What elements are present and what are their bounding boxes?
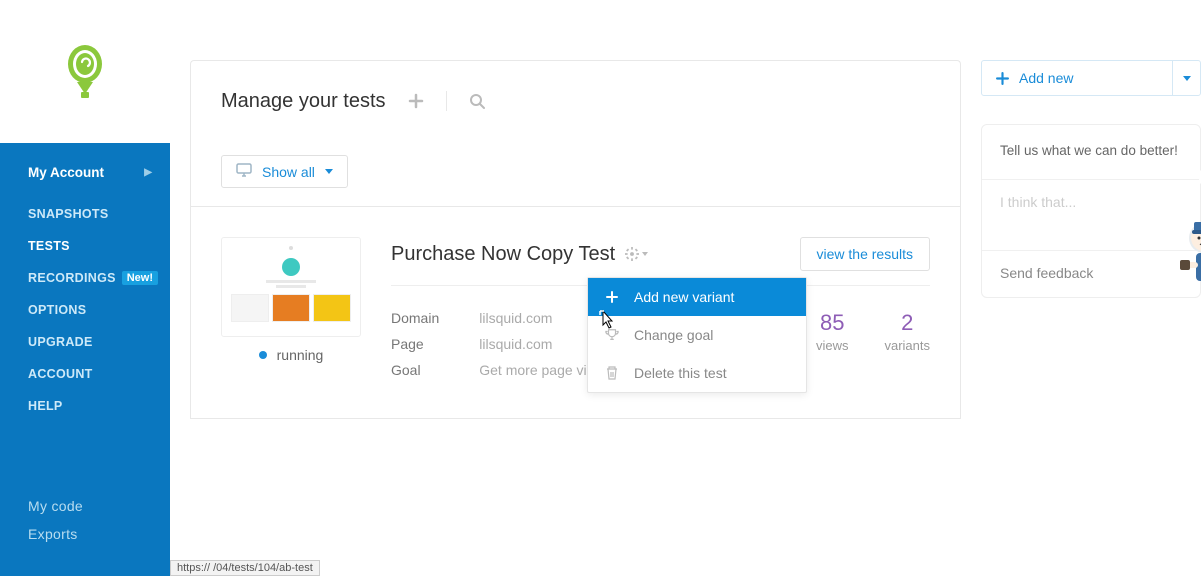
show-all-label: Show all bbox=[262, 164, 315, 180]
toolbar: Show all bbox=[190, 137, 961, 207]
send-feedback-button[interactable]: Send feedback bbox=[1000, 265, 1182, 281]
caret-down-icon bbox=[1183, 76, 1191, 81]
sidebar-item-help[interactable]: HELP bbox=[0, 390, 170, 422]
meta-value-domain: lilsquid.com bbox=[479, 310, 594, 326]
dropdown-label: Add new variant bbox=[634, 289, 734, 305]
main-content: Manage your tests Show all bbox=[170, 0, 981, 576]
test-row: running Purchase Now Copy Test view the … bbox=[190, 207, 961, 419]
sidebar-nav: My Account ▶ SNAPSHOTS TESTS RECORDINGS … bbox=[0, 143, 170, 576]
search-button[interactable] bbox=[465, 89, 489, 113]
chevron-right-icon: ▶ bbox=[144, 167, 152, 178]
browser-status-bar: https:// /04/tests/104/ab-test bbox=[170, 560, 320, 576]
page-header: Manage your tests bbox=[190, 60, 961, 137]
test-settings-menu-button[interactable] bbox=[625, 247, 648, 261]
logo-area bbox=[0, 0, 170, 143]
show-all-dropdown[interactable]: Show all bbox=[221, 155, 348, 188]
test-thumbnail-card: running bbox=[221, 237, 361, 378]
test-info: Purchase Now Copy Test view the results … bbox=[391, 237, 930, 378]
meta-value-page: lilsquid.com bbox=[479, 336, 594, 352]
logo[interactable] bbox=[65, 42, 105, 102]
trophy-icon bbox=[604, 328, 620, 342]
add-test-button[interactable] bbox=[404, 89, 428, 113]
feedback-input[interactable]: I think that... bbox=[1000, 194, 1182, 210]
dropdown-item-change-goal[interactable]: Change goal bbox=[588, 316, 806, 354]
sidebar-item-account[interactable]: ACCOUNT bbox=[0, 358, 170, 390]
sidebar-item-recordings[interactable]: RECORDINGS New! bbox=[0, 262, 170, 294]
caret-down-icon bbox=[325, 169, 333, 174]
sidebar-item-tests[interactable]: TESTS bbox=[0, 230, 170, 262]
meta-label-goal: Goal bbox=[391, 362, 439, 378]
meta-label-domain: Domain bbox=[391, 310, 439, 326]
sidebar-item-my-code[interactable]: My code bbox=[0, 492, 170, 520]
test-status: running bbox=[221, 347, 361, 363]
test-stats: 85 views 2 variants bbox=[816, 310, 930, 378]
right-rail: Add new Tell us what we can do better! I… bbox=[981, 0, 1201, 576]
test-meta: Domain Page Goal lilsquid.com lilsquid.c… bbox=[391, 310, 594, 378]
add-new-caret-button[interactable] bbox=[1172, 61, 1200, 95]
monitor-icon bbox=[236, 163, 252, 180]
sidebar-item-upgrade[interactable]: UPGRADE bbox=[0, 326, 170, 358]
new-badge: New! bbox=[122, 271, 158, 285]
test-actions-dropdown: Add new variant Change goal Delete this … bbox=[587, 277, 807, 393]
dropdown-item-delete-test[interactable]: Delete this test bbox=[588, 354, 806, 392]
variants-label: variants bbox=[884, 338, 930, 353]
divider bbox=[446, 91, 447, 111]
add-new-label: Add new bbox=[1019, 70, 1073, 86]
plus-icon bbox=[604, 291, 620, 303]
caret-down-icon bbox=[642, 252, 648, 256]
trash-icon bbox=[604, 366, 620, 380]
feedback-prompt: Tell us what we can do better! bbox=[1000, 141, 1182, 161]
view-results-button[interactable]: view the results bbox=[800, 237, 930, 271]
stat-variants: 2 variants bbox=[884, 310, 930, 378]
meta-label-page: Page bbox=[391, 336, 439, 352]
mascot-illustration bbox=[1176, 220, 1201, 290]
dropdown-label: Delete this test bbox=[634, 365, 727, 381]
views-label: views bbox=[816, 338, 849, 353]
meta-value-goal: Get more page vie bbox=[479, 362, 594, 378]
test-thumbnail[interactable] bbox=[221, 237, 361, 337]
plus-icon bbox=[996, 72, 1009, 85]
add-new-button[interactable]: Add new bbox=[982, 61, 1172, 95]
stat-views: 85 views bbox=[816, 310, 849, 378]
my-account-label: My Account bbox=[28, 165, 104, 180]
sidebar-item-snapshots[interactable]: SNAPSHOTS bbox=[0, 198, 170, 230]
feedback-card: Tell us what we can do better! I think t… bbox=[981, 124, 1201, 298]
sidebar: My Account ▶ SNAPSHOTS TESTS RECORDINGS … bbox=[0, 0, 170, 576]
status-label: running bbox=[277, 347, 324, 363]
divider bbox=[982, 179, 1200, 180]
divider bbox=[982, 250, 1200, 251]
gear-icon bbox=[625, 247, 639, 261]
dropdown-label: Change goal bbox=[634, 327, 713, 343]
sidebar-item-options[interactable]: OPTIONS bbox=[0, 294, 170, 326]
status-dot-icon bbox=[259, 351, 267, 359]
page-title: Manage your tests bbox=[221, 90, 386, 113]
test-title: Purchase Now Copy Test bbox=[391, 243, 615, 266]
dropdown-item-add-variant[interactable]: Add new variant bbox=[588, 278, 806, 316]
views-count: 85 bbox=[816, 310, 849, 336]
sidebar-my-account[interactable]: My Account ▶ bbox=[0, 153, 170, 198]
variants-count: 2 bbox=[884, 310, 930, 336]
add-new-split-button: Add new bbox=[981, 60, 1201, 96]
sidebar-item-exports[interactable]: Exports bbox=[0, 520, 170, 548]
